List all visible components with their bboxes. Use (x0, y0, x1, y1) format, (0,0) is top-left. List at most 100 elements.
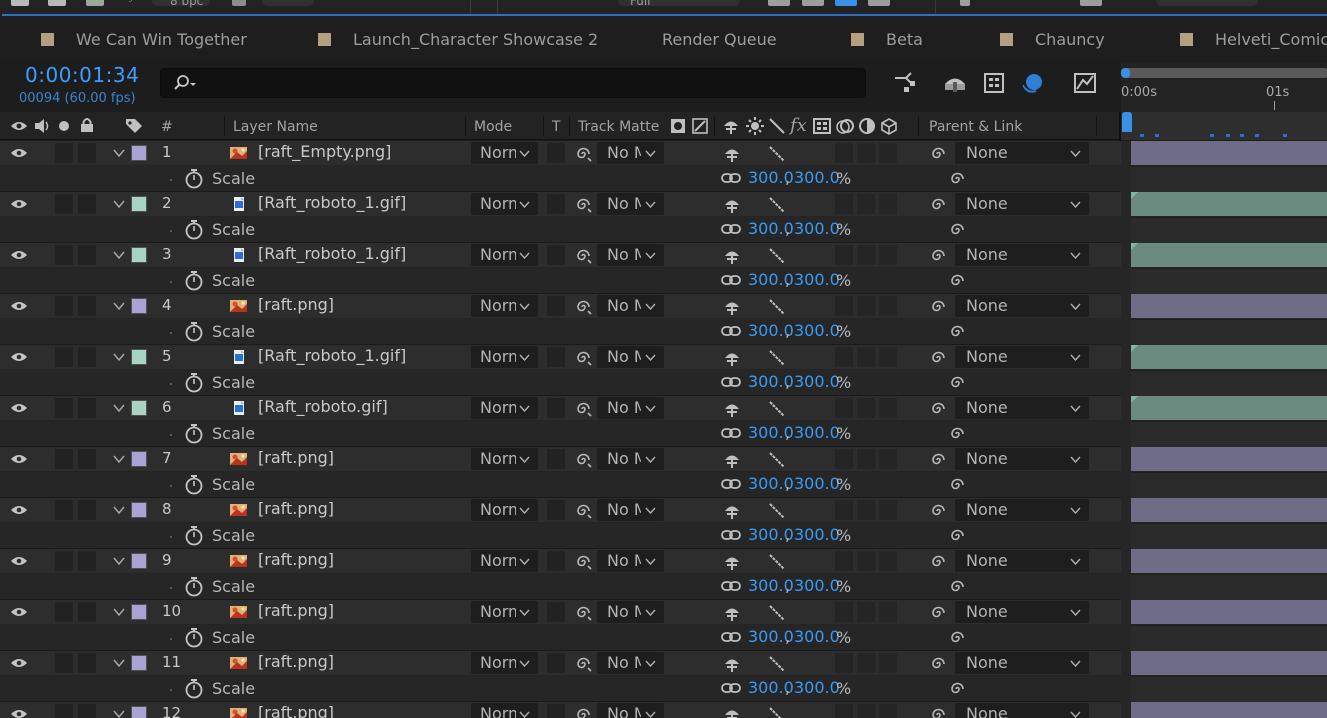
layer-name[interactable]: [Raft_roboto_1.gif] (258, 193, 406, 212)
blend-mode-dropdown[interactable]: Normal (471, 244, 538, 266)
parent-pick-whip-icon[interactable] (928, 654, 948, 674)
property-track[interactable] (1131, 370, 1327, 396)
solo-toggle[interactable] (55, 245, 73, 265)
parent-dropdown[interactable]: None (955, 499, 1089, 521)
property-track[interactable] (1131, 319, 1327, 345)
property-track[interactable] (1131, 625, 1327, 651)
tab-launch-character-showcase[interactable]: Launch_Character Showcase 2 (318, 28, 598, 50)
frame-blend-header-icon[interactable] (813, 117, 831, 135)
frame-blending-icon[interactable] (981, 70, 1007, 96)
scale-property-row[interactable]: Scale 300.0 , 300.0 % (0, 217, 1121, 243)
lock-toggle[interactable] (78, 653, 96, 673)
label-color-swatch[interactable] (131, 196, 147, 212)
toolbar-button[interactable] (48, 0, 66, 6)
property-pick-whip-icon[interactable] (947, 322, 967, 342)
motion-blur-header-icon[interactable] (835, 117, 855, 135)
blend-mode-dropdown[interactable]: Normal (471, 601, 538, 623)
track-matte-dropdown[interactable]: No Matte (597, 193, 664, 215)
layer-main-row[interactable]: 6 [Raft_roboto.gif] Normal No Matte (0, 396, 1121, 421)
constrain-proportions-link-icon[interactable] (721, 376, 741, 388)
exposure-icon[interactable] (1080, 0, 1102, 6)
stopwatch-icon[interactable] (184, 627, 204, 649)
visibility-eye-icon[interactable] (11, 607, 27, 617)
property-track[interactable] (1131, 421, 1327, 447)
stopwatch-icon[interactable] (184, 219, 204, 241)
motion-blur-switch[interactable] (835, 602, 853, 622)
track-matte-dropdown[interactable]: No Matte (597, 703, 664, 718)
visibility-eye-icon[interactable] (11, 199, 27, 209)
stopwatch-icon[interactable] (184, 321, 204, 343)
shy-switch-icon[interactable] (723, 350, 741, 366)
constrain-proportions-link-icon[interactable] (721, 223, 741, 235)
tab-render-queue[interactable]: Render Queue (662, 28, 777, 50)
adjustment-switch[interactable] (857, 296, 875, 316)
property-track[interactable] (1131, 472, 1327, 498)
matte-pick-whip-icon[interactable] (573, 297, 593, 317)
lock-toggle[interactable] (78, 704, 96, 718)
current-time-display[interactable]: 0:00:01:34 (25, 63, 139, 87)
layer-name[interactable]: [Raft_roboto_1.gif] (258, 244, 406, 263)
quality-header-icon[interactable] (768, 117, 786, 135)
track-matte-dropdown[interactable]: No Matte (597, 652, 664, 674)
preserve-transparency-toggle[interactable] (547, 245, 565, 265)
layer-main-row[interactable]: 8 [raft.png] Normal No Matte (0, 498, 1121, 523)
layer-duration-bar[interactable] (1131, 498, 1327, 522)
preserve-transparency-toggle[interactable] (547, 449, 565, 469)
shy-switch-icon[interactable] (723, 656, 741, 672)
scale-property-row[interactable]: Scale 300.0 , 300.0 % (0, 421, 1121, 447)
layer-name[interactable]: [raft.png] (258, 601, 334, 620)
property-pick-whip-icon[interactable] (947, 628, 967, 648)
layer-main-row[interactable]: 3 [Raft_roboto_1.gif] Normal No Matte (0, 243, 1121, 268)
track-matte-dropdown[interactable]: No Matte (597, 448, 664, 470)
layer-row[interactable]: 3 [Raft_roboto_1.gif] Normal No Matte (0, 243, 1121, 294)
quality-switch-icon[interactable] (768, 400, 786, 418)
layer-main-row[interactable]: 5 [Raft_roboto_1.gif] Normal No Matte (0, 345, 1121, 370)
quality-switch-icon[interactable] (768, 349, 786, 367)
property-track[interactable] (1131, 574, 1327, 600)
shy-switch-icon[interactable] (723, 605, 741, 621)
constrain-proportions-link-icon[interactable] (721, 427, 741, 439)
adjustment-switch[interactable] (857, 449, 875, 469)
solo-toggle[interactable] (55, 449, 73, 469)
scale-property-row[interactable]: Scale 300.0 , 300.0 % (0, 370, 1121, 396)
quality-switch-icon[interactable] (768, 502, 786, 520)
visibility-eye-icon[interactable] (11, 454, 27, 464)
stopwatch-icon[interactable] (184, 678, 204, 700)
scale-y-value[interactable]: 300.0 (794, 219, 840, 238)
solo-header-icon[interactable] (58, 120, 70, 132)
blend-mode-dropdown[interactable]: Normal (471, 397, 538, 419)
preserve-transparency-toggle[interactable] (547, 347, 565, 367)
quality-switch-icon[interactable] (768, 298, 786, 316)
twirl-down-icon[interactable] (113, 708, 125, 718)
label-color-swatch[interactable] (131, 706, 147, 718)
preserve-transparency-toggle[interactable] (547, 296, 565, 316)
quality-switch-icon[interactable] (768, 247, 786, 265)
graph-editor-icon[interactable] (1072, 70, 1098, 96)
matte-pick-whip-icon[interactable] (573, 144, 593, 164)
exposure-value[interactable] (1156, 0, 1258, 6)
toolbar-button[interactable] (11, 0, 29, 6)
scale-y-value[interactable]: 300.0 (794, 321, 840, 340)
work-area-start-handle[interactable] (1121, 68, 1130, 78)
solo-toggle[interactable] (55, 551, 73, 571)
layer-duration-bar[interactable] (1131, 192, 1327, 216)
stopwatch-icon[interactable] (184, 474, 204, 496)
layer-main-row[interactable]: 10 [raft.png] Normal No Matte (0, 600, 1121, 625)
visibility-eye-icon[interactable] (11, 556, 27, 566)
scale-y-value[interactable]: 300.0 (794, 168, 840, 187)
parent-dropdown[interactable]: None (955, 142, 1089, 164)
stopwatch-icon[interactable] (184, 168, 204, 190)
layer-row[interactable]: 6 [Raft_roboto.gif] Normal No Matte (0, 396, 1121, 447)
twirl-down-icon[interactable] (113, 402, 125, 414)
adjustment-switch[interactable] (857, 194, 875, 214)
matte-pick-whip-icon[interactable] (573, 552, 593, 572)
blend-mode-dropdown[interactable]: Normal (471, 550, 538, 572)
3d-layer-switch[interactable] (879, 653, 897, 673)
mask-visibility-icon[interactable] (835, 0, 857, 6)
shy-header-icon[interactable] (722, 117, 740, 135)
blend-mode-dropdown[interactable]: Normal (471, 499, 538, 521)
scale-property-row[interactable]: Scale 300.0 , 300.0 % (0, 319, 1121, 345)
blend-mode-dropdown[interactable]: Normal (471, 448, 538, 470)
parent-pick-whip-icon[interactable] (928, 603, 948, 623)
effects-header-icon[interactable]: fx (790, 115, 807, 136)
